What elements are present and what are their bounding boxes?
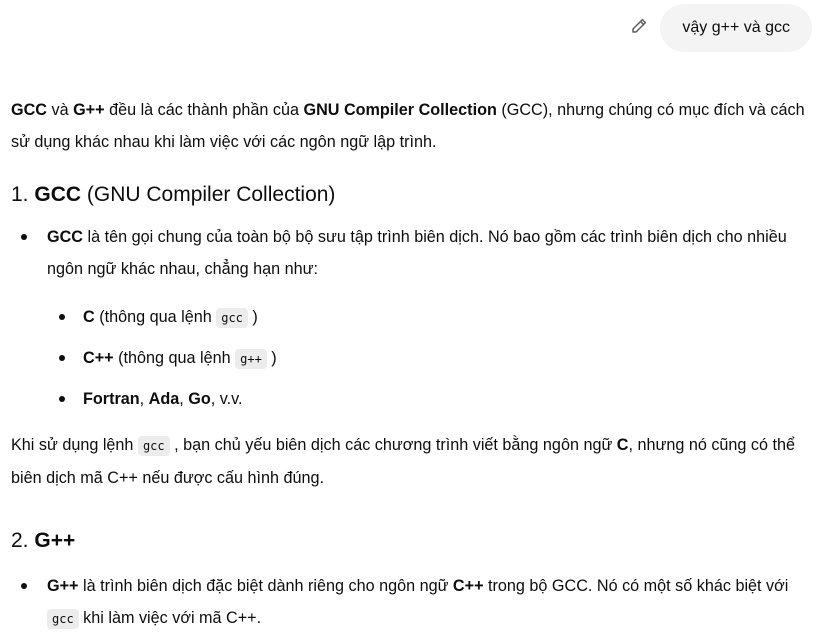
heading-number: 1. bbox=[11, 183, 35, 206]
bullet-dot bbox=[59, 396, 65, 402]
term-gcc: GCC bbox=[11, 101, 47, 119]
user-message-row: vậy g++ và gcc bbox=[624, 4, 812, 52]
term-gcc: GCC bbox=[47, 228, 83, 246]
user-message-bubble: vậy g++ và gcc bbox=[660, 4, 812, 52]
term-gnu-compiler-collection: GNU Compiler Collection bbox=[303, 101, 497, 119]
inline-code: g++ bbox=[235, 349, 267, 369]
heading-number: 2. bbox=[11, 529, 35, 552]
language-name: Go bbox=[188, 390, 211, 408]
gcc-usage-paragraph: Khi sử dụng lệnh gcc , bạn chủ yếu biên … bbox=[11, 429, 821, 494]
inline-code: gcc bbox=[47, 609, 79, 629]
text: , bbox=[179, 390, 189, 408]
intro-paragraph: GCC và G++ đều là các thành phần của GNU… bbox=[11, 94, 821, 158]
heading-bold: G++ bbox=[34, 529, 76, 552]
text: là trình biên dịch đặc biệt dành riêng c… bbox=[78, 577, 453, 595]
language-list: C (thông qua lệnh gcc ) C++ (thông qua l… bbox=[47, 301, 821, 415]
heading-gcc: 1. GCC (GNU Compiler Collection) bbox=[11, 180, 821, 210]
gpp-bullet-list: G++ là trình biên dịch đặc biệt dành riê… bbox=[11, 570, 821, 635]
heading-bold: GCC bbox=[34, 183, 82, 206]
term-gpp: G++ bbox=[73, 101, 105, 119]
text: đều là các thành phần của bbox=[104, 101, 304, 119]
text: trong bộ GCC. Nó có một số khác biệt với bbox=[483, 577, 789, 595]
text: (thông qua lệnh bbox=[94, 308, 217, 326]
text: và bbox=[46, 101, 74, 119]
inline-code: gcc bbox=[216, 308, 248, 328]
heading-rest: (GNU Compiler Collection) bbox=[81, 183, 336, 206]
bullet-dot bbox=[21, 583, 27, 589]
text: , bbox=[139, 390, 149, 408]
list-item: GCC là tên gọi chung của toàn bộ bộ sưu … bbox=[11, 221, 821, 415]
language-name: C++ bbox=[83, 349, 114, 367]
language-name: C++ bbox=[452, 577, 484, 595]
heading-gpp: 2. G++ bbox=[11, 526, 821, 556]
text: (thông qua lệnh bbox=[113, 349, 236, 367]
bullet-dot bbox=[59, 355, 65, 361]
text: ) bbox=[247, 308, 258, 326]
term-gpp: G++ bbox=[47, 577, 79, 595]
bullet-dot bbox=[59, 314, 65, 320]
list-item: C++ (thông qua lệnh g++ ) bbox=[47, 342, 821, 375]
list-item: C (thông qua lệnh gcc ) bbox=[47, 301, 821, 334]
list-item: Fortran, Ada, Go, v.v. bbox=[47, 383, 821, 415]
text: , bạn chủ yếu biên dịch các chương trình… bbox=[169, 436, 617, 454]
text: Khi sử dụng lệnh bbox=[11, 436, 138, 454]
assistant-answer: GCC và G++ đều là các thành phần của GNU… bbox=[11, 94, 821, 635]
pencil-icon bbox=[630, 17, 648, 40]
language-name: C bbox=[83, 308, 95, 326]
text: khi làm việc với mã C++. bbox=[78, 609, 262, 627]
text: , v.v. bbox=[210, 390, 243, 408]
text: là tên gọi chung của toàn bộ bộ sưu tập … bbox=[47, 228, 787, 278]
language-name: Ada bbox=[148, 390, 180, 408]
language-name: C bbox=[616, 436, 629, 454]
edit-message-button[interactable] bbox=[624, 13, 654, 43]
inline-code: gcc bbox=[137, 436, 170, 456]
gcc-bullet-list: GCC là tên gọi chung của toàn bộ bộ sưu … bbox=[11, 221, 821, 415]
language-name: Fortran bbox=[83, 390, 140, 408]
text: ) bbox=[266, 349, 277, 367]
list-item: G++ là trình biên dịch đặc biệt dành riê… bbox=[11, 570, 821, 635]
bullet-dot bbox=[21, 234, 27, 240]
